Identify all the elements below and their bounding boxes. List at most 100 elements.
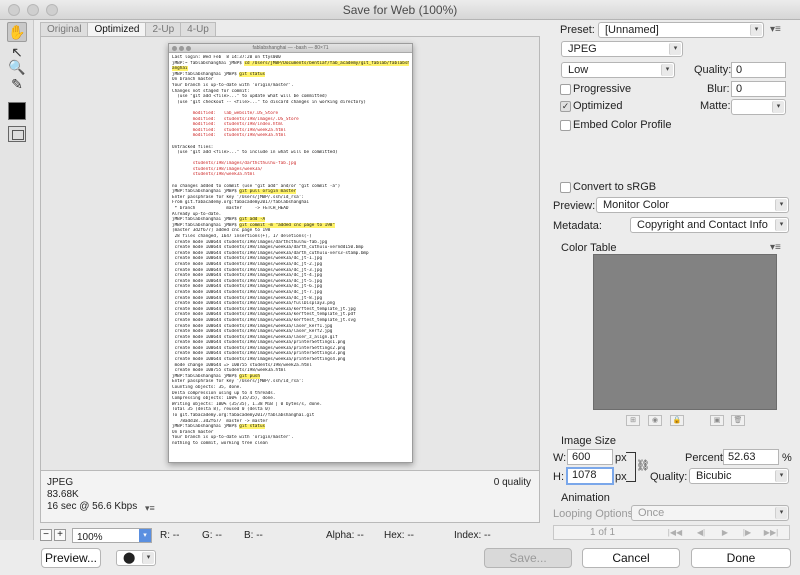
chevron-down-icon: ▾ <box>775 507 787 519</box>
progressive-label: Progressive <box>573 83 632 95</box>
settings-menu-icon[interactable]: ▾≡ <box>770 24 781 35</box>
toggle-slices-icon[interactable] <box>8 126 26 142</box>
chevron-down-icon: ▾ <box>772 101 784 113</box>
last-frame-icon[interactable]: ▶▶| <box>762 528 780 537</box>
link-chain-icon[interactable]: ⛓ <box>636 459 650 472</box>
cancel-button[interactable]: Cancel <box>582 548 680 568</box>
looping-select[interactable]: Once ▾ <box>631 505 789 521</box>
terminal-line: nothing to commit, working tree clean <box>172 440 268 446</box>
first-frame-icon[interactable]: |◀◀ <box>666 528 684 537</box>
quality-level-value: Low <box>568 64 589 76</box>
chevron-down-icon: ▾ <box>775 470 787 482</box>
zoom-out-button[interactable]: − <box>40 529 52 541</box>
embed-profile-label: Embed Color Profile <box>573 119 672 131</box>
optimization-info: JPEG 83.68K 16 sec @ 56.6 Kbps ▾≡ 0 qual… <box>40 471 540 523</box>
trash-icon[interactable]: 🗑 <box>731 415 745 426</box>
quality-field[interactable]: 0 <box>731 62 786 78</box>
tab-4-up[interactable]: 4-Up <box>180 22 216 36</box>
chevron-down-icon: ▾ <box>661 64 673 76</box>
width-value: 600 <box>572 451 591 463</box>
chevron-down-icon: ▾ <box>669 43 681 55</box>
save-button[interactable]: Save... <box>484 548 572 568</box>
browser-icon: ⬤ <box>123 552 136 564</box>
width-field[interactable]: 600 <box>567 449 613 465</box>
chevron-down-icon: ▾ <box>139 529 151 542</box>
window-title: Save for Web (100%) <box>342 3 458 17</box>
zoom-in-button[interactable]: + <box>54 529 66 541</box>
preset-label: Preset: <box>560 24 595 36</box>
readout-g: G: -- <box>202 530 222 541</box>
looping-label: Looping Options: <box>553 508 637 520</box>
tab-optimized[interactable]: Optimized <box>87 22 147 36</box>
metadata-value: Copyright and Contact Info <box>637 219 768 231</box>
info-format: JPEG <box>47 477 74 488</box>
optimized-checkbox[interactable]: ✓ <box>560 101 571 112</box>
new-color-icon[interactable]: ▣ <box>710 415 724 426</box>
quality-value: 0 <box>736 64 743 76</box>
next-frame-icon[interactable]: |▶ <box>738 528 756 537</box>
width-unit: px <box>615 452 627 464</box>
map-transparent-icon[interactable]: ⊞ <box>626 415 640 426</box>
constrain-proportions-bracket <box>626 452 636 482</box>
height-unit: px <box>615 471 627 483</box>
play-icon[interactable]: ▶ <box>716 528 734 537</box>
color-table-title: Color Table <box>561 242 617 254</box>
hand-tool-icon[interactable]: ✋ <box>7 22 27 42</box>
color-table[interactable] <box>593 254 777 410</box>
convert-srgb-checkbox[interactable] <box>560 182 571 193</box>
status-bar: − + 100% ▾ R: -- G: -- B: -- Alpha: -- H… <box>40 528 540 544</box>
percent-label: Percent: <box>685 452 726 464</box>
terminal-line: jMBP:~ fablabshanghai jMBP$ cd /Users/jM… <box>172 60 409 66</box>
info-file-size: 83.68K <box>47 489 79 500</box>
quality-level-select[interactable]: Low ▾ <box>561 62 675 78</box>
preview-label: Preview: <box>553 200 596 212</box>
percent-unit: % <box>782 452 792 464</box>
embed-profile-checkbox[interactable] <box>560 120 571 131</box>
browser-select[interactable]: ⬤ ▾ <box>116 550 156 566</box>
tab-original[interactable]: Original <box>40 22 89 36</box>
readout-r: R: -- <box>160 530 180 541</box>
preset-value: [Unnamed] <box>605 24 659 36</box>
quality-label: Quality: <box>694 64 732 76</box>
height-field[interactable]: 1078 <box>566 467 614 485</box>
zoom-level-value: 100% <box>77 532 103 543</box>
color-table-menu-icon[interactable]: ▾≡ <box>770 242 781 253</box>
blur-value: 0 <box>736 83 743 95</box>
metadata-label: Metadata: <box>553 220 602 232</box>
format-select[interactable]: JPEG ▾ <box>561 41 683 57</box>
chevron-down-icon: ▾ <box>775 219 787 231</box>
terminal-body: Last login: Wed Feb 8 14:37:20 on ttys00… <box>169 53 412 449</box>
lock-color-icon[interactable]: 🔒 <box>670 415 684 426</box>
height-label: H: <box>553 471 564 483</box>
animation-controls: 1 of 1 |◀◀ ◀| ▶ |▶ ▶▶| <box>553 525 790 540</box>
blur-field[interactable]: 0 <box>731 81 786 97</box>
matte-select[interactable]: ▾ <box>731 99 786 115</box>
tab-2-up[interactable]: 2-Up <box>145 22 182 36</box>
preview-color-select[interactable]: Monitor Color ▾ <box>596 197 789 213</box>
download-rate-menu-icon[interactable]: ▾≡ <box>145 503 155 514</box>
animation-title: Animation <box>561 492 610 504</box>
eyedropper-color-swatch[interactable] <box>8 102 26 120</box>
done-button[interactable]: Done <box>691 548 791 568</box>
web-shift-icon[interactable]: ◉ <box>648 415 662 426</box>
zoom-level-select[interactable]: 100% ▾ <box>72 528 152 543</box>
view-tabs: Original Optimized 2-Up 4-Up <box>40 22 216 36</box>
image-preview[interactable]: fablabshanghai — -bash — 80×71 Last logi… <box>40 36 540 471</box>
convert-srgb-label: Convert to sRGB <box>573 181 657 193</box>
preview-button[interactable]: Preview... <box>41 548 101 568</box>
resample-quality-label: Quality: <box>650 471 688 483</box>
image-size-title: Image Size <box>561 435 617 447</box>
info-quality: 0 quality <box>493 477 531 488</box>
resample-quality-select[interactable]: Bicubic ▾ <box>689 468 789 484</box>
matte-label: Matte: <box>700 100 731 112</box>
title-bar: Save for Web (100%) <box>0 0 800 20</box>
percent-field[interactable]: 52.63 <box>723 449 779 465</box>
metadata-select[interactable]: Copyright and Contact Info ▾ <box>630 217 789 233</box>
chevron-down-icon: ▾ <box>750 24 762 36</box>
eyedropper-tool-icon[interactable]: ✎ <box>7 74 27 94</box>
tool-column: ✋ ↖ 🔍 ✎ <box>0 20 34 540</box>
prev-frame-icon[interactable]: ◀| <box>692 528 710 537</box>
preset-select[interactable]: [Unnamed] ▾ <box>598 22 764 38</box>
info-download-time: 16 sec @ 56.6 Kbps <box>47 501 138 512</box>
progressive-checkbox[interactable] <box>560 84 571 95</box>
